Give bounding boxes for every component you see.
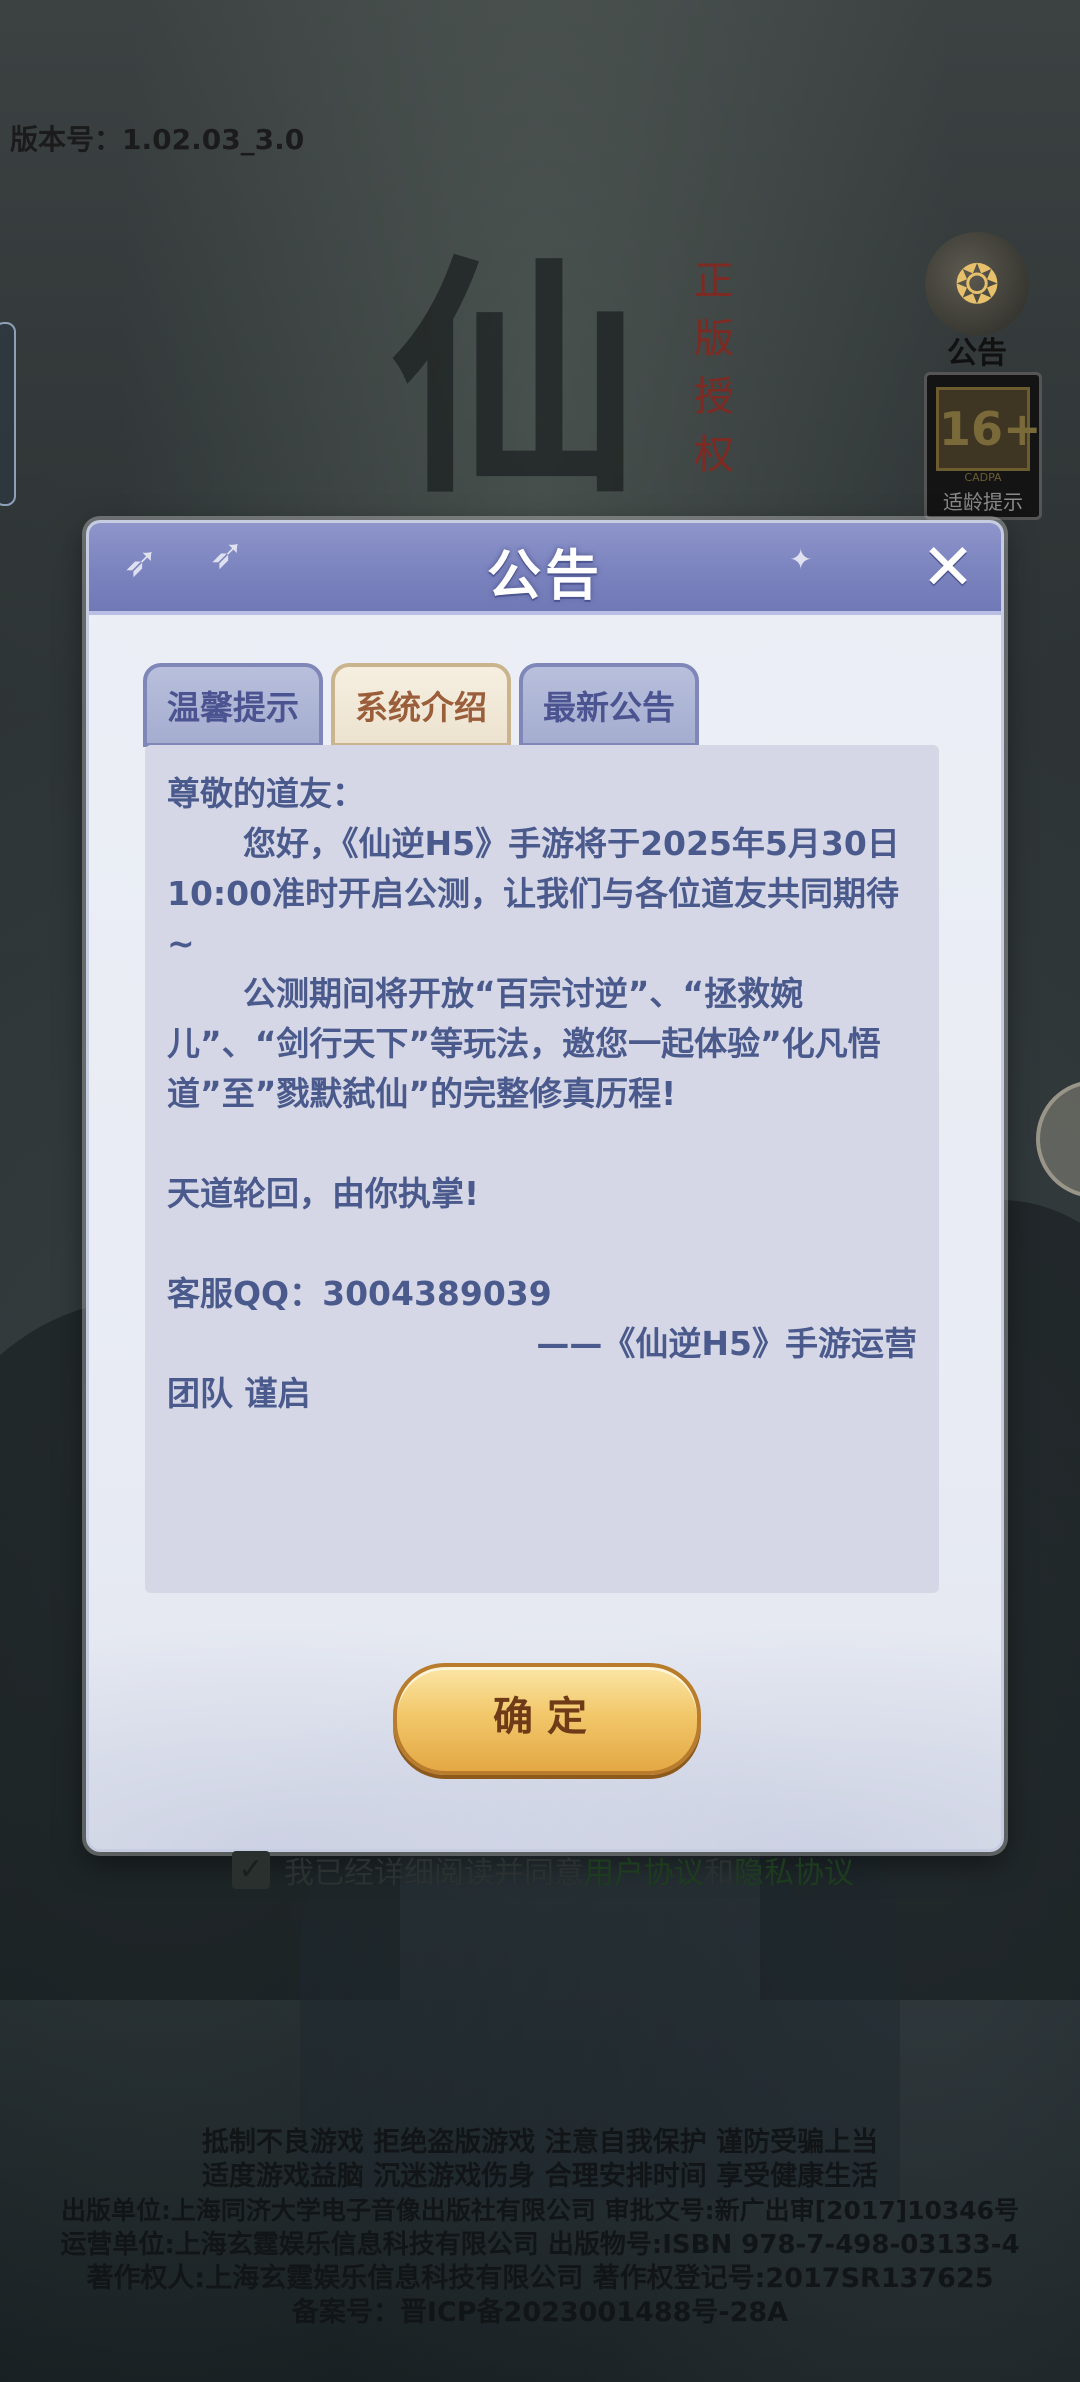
game-login-screen: 仙 正版授权 版本号：1.02.03_3.0 ❂ 公告 16+ CADPA 适龄… bbox=[0, 0, 1080, 2382]
confirm-button[interactable]: 确定 bbox=[393, 1663, 701, 1775]
scroll-icon: ❂ bbox=[925, 232, 1029, 336]
user-agreement-link[interactable]: 用户协议 bbox=[584, 1848, 704, 1892]
side-round-button[interactable] bbox=[1036, 1080, 1080, 1198]
content-greeting: 尊敬的道友： bbox=[167, 774, 365, 813]
content-paragraph: 您好，《仙逆H5》手游将于2025年5月30日10:00准时开启公测，让我们与各… bbox=[167, 824, 900, 963]
announcement-content: 尊敬的道友： 您好，《仙逆H5》手游将于2025年5月30日10:00准时开启公… bbox=[145, 745, 939, 1593]
agreement-row: ✓ 我已经详细阅读并同意 用户协议和隐私协议 bbox=[232, 1848, 854, 1892]
content-qq: 客服QQ：3004389039 bbox=[167, 1274, 552, 1313]
legal-footer: 抵制不良游戏 拒绝盗版游戏 注意自我保护 谨防受骗上当 适度游戏益脑 沉迷游戏伤… bbox=[0, 2126, 1080, 2330]
dialog-title: 公告 bbox=[487, 544, 603, 607]
age-rating-badge[interactable]: 16+ CADPA 适龄提示 bbox=[924, 372, 1042, 520]
footer-line: 运营单位:上海玄霆娱乐信息科技有限公司 出版物号:ISBN 978-7-498-… bbox=[60, 2230, 1020, 2260]
content-signature-team: 团队 谨启 bbox=[167, 1374, 311, 1413]
footer-line: 适度游戏益脑 沉迷游戏伤身 合理安排时间 享受健康生活 bbox=[201, 2161, 879, 2192]
close-icon[interactable]: ✕ bbox=[913, 531, 983, 605]
authorization-seal-text: 正版授权 bbox=[694, 258, 734, 478]
left-side-tab[interactable] bbox=[0, 322, 16, 506]
tab-system-intro[interactable]: 系统介绍 bbox=[331, 663, 511, 747]
notice-button[interactable]: ❂ 公告 bbox=[922, 232, 1032, 372]
footer-line: 抵制不良游戏 拒绝盗版游戏 注意自我保护 谨防受骗上当 bbox=[201, 2127, 879, 2158]
announcement-dialog: ➶ ➶ ✦ 公告 ✕ 温馨提示 系统介绍 最新公告 尊敬的道友： 您好，《仙逆H… bbox=[86, 520, 1004, 1852]
version-label: 版本号：1.02.03_3.0 bbox=[10, 123, 305, 156]
age-rating-value: 16+ bbox=[936, 387, 1042, 471]
notice-button-label: 公告 bbox=[947, 336, 1007, 371]
tab-latest-notice[interactable]: 最新公告 bbox=[519, 663, 699, 747]
footer-line: 著作权人:上海玄霆娱乐信息科技有限公司 著作权登记号:2017SR137625 bbox=[86, 2263, 994, 2294]
content-paragraph: 公测期间将开放“百宗讨逆”、“拯救婉儿”、“剑行天下”等玩法，邀您一起体验”化凡… bbox=[167, 974, 881, 1113]
privacy-agreement-link[interactable]: 隐私协议 bbox=[734, 1848, 854, 1892]
content-signature: ——《仙逆H5》手游运营 bbox=[536, 1324, 917, 1363]
agreement-checkbox[interactable]: ✓ bbox=[232, 1851, 270, 1889]
agreement-and: 和 bbox=[704, 1856, 734, 1891]
footer-line: 备案号：晋ICP备2023001488号-28A bbox=[291, 2297, 789, 2328]
calligraphy-logo: 仙 bbox=[390, 233, 640, 527]
tab-bar: 温馨提示 系统介绍 最新公告 bbox=[143, 663, 699, 747]
age-rating-tip: 适龄提示 bbox=[943, 490, 1023, 514]
content-slogan: 天道轮回，由你执掌! bbox=[167, 1174, 480, 1213]
footer-line: 出版单位:上海同济大学电子音像出版社有限公司 审批文号:新广出审[2017]10… bbox=[60, 2196, 1020, 2225]
agreement-text: 我已经详细阅读并同意 bbox=[284, 1856, 584, 1891]
age-rating-org: CADPA bbox=[964, 471, 1002, 484]
tab-warm-tips[interactable]: 温馨提示 bbox=[143, 663, 323, 747]
